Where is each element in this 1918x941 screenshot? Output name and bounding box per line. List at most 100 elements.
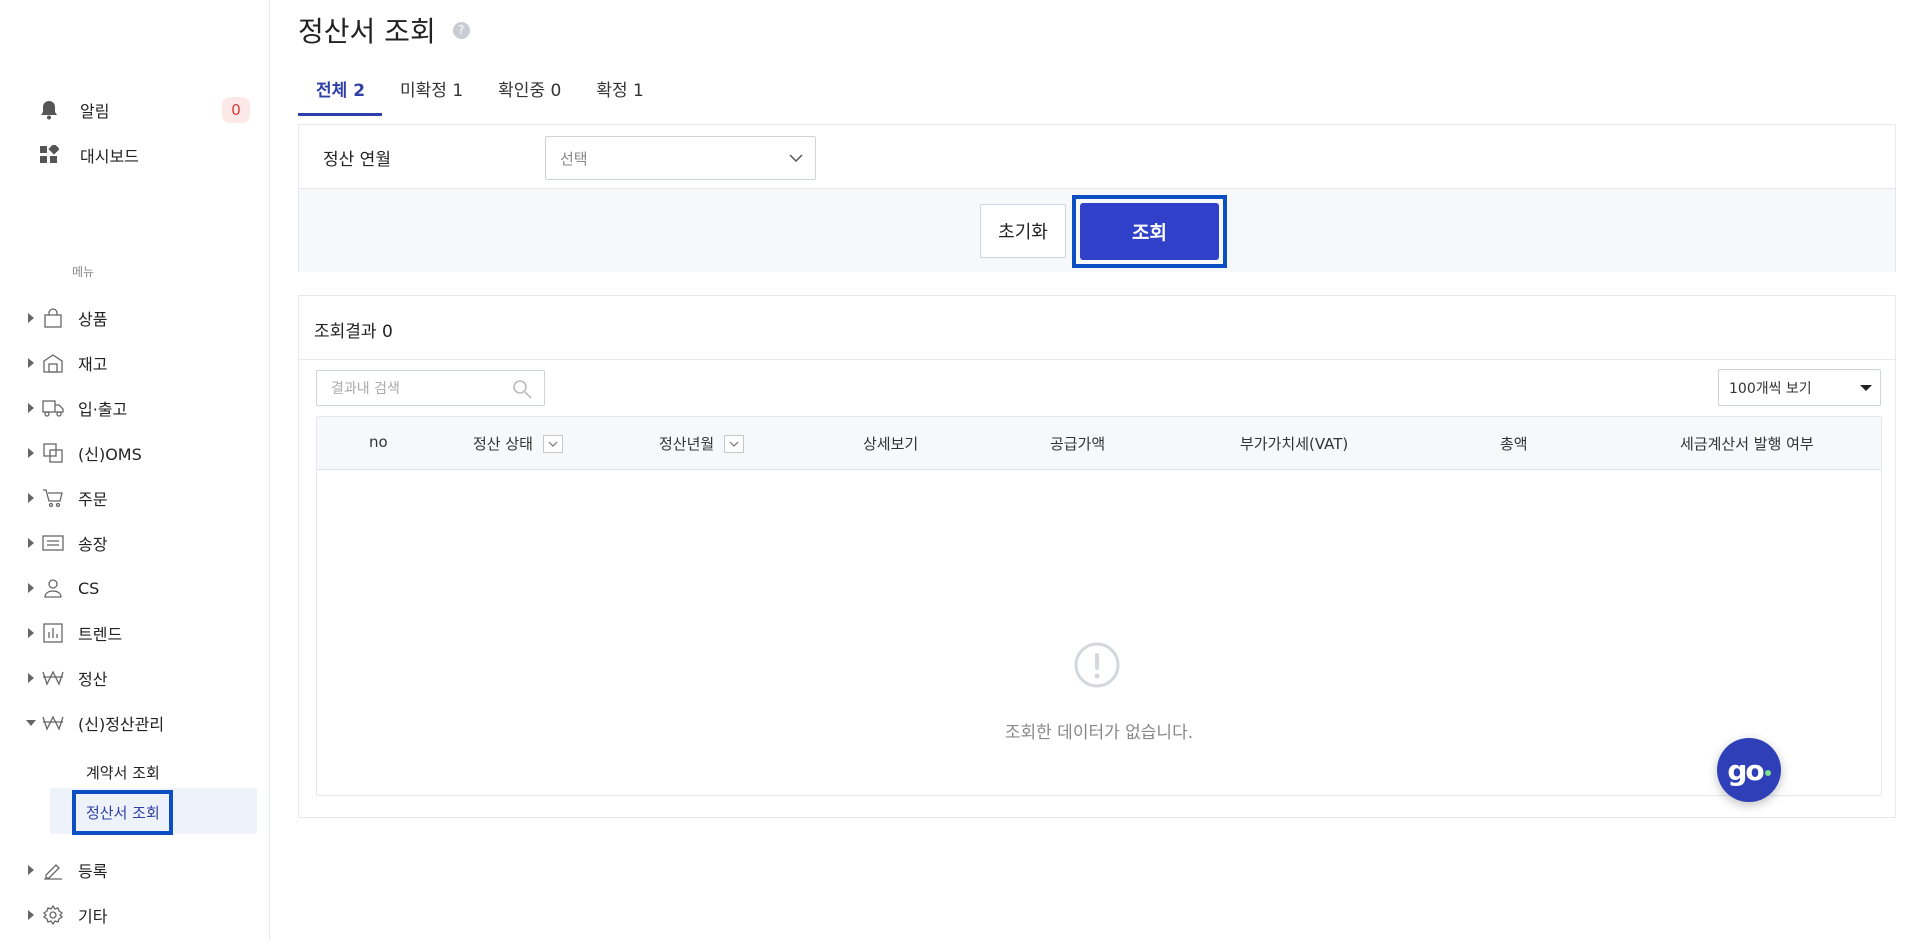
sidebar-item-inventory[interactable]: 재고	[26, 350, 256, 376]
page-title-text: 정산서 조회	[298, 15, 436, 48]
menu-caption: 메뉴	[72, 265, 95, 279]
results-title: 조회결과 0	[314, 322, 393, 342]
dashboard-icon	[38, 144, 60, 166]
sidebar-subitem-contract[interactable]: 계약서 조회	[86, 762, 160, 783]
sidebar-subitem-statement[interactable]: 정산서 조회	[86, 802, 160, 823]
column-header-no: no	[369, 433, 388, 451]
chat-fab-button[interactable]: go	[1717, 738, 1781, 802]
fab-dot	[1764, 770, 1771, 776]
chart-icon	[42, 622, 64, 644]
column-header-label: 상세보기	[863, 435, 919, 453]
search-button[interactable]: 조회	[1080, 203, 1219, 260]
caret-right-icon	[26, 628, 36, 638]
invoice-icon	[42, 532, 64, 554]
column-header-supply-amount: 공급가액	[1050, 433, 1105, 454]
bag-icon	[42, 307, 64, 329]
sidebar-item-label: (신)정산관리	[78, 715, 165, 734]
caret-right-icon	[26, 403, 36, 413]
help-icon[interactable]: ?	[452, 21, 470, 39]
tab-confirmed[interactable]: 확정 1	[578, 80, 661, 115]
oms-icon	[42, 442, 64, 464]
tab-all[interactable]: 전체 2	[298, 80, 383, 116]
sidebar-item-label: 송장	[78, 535, 108, 554]
results-header: 조회결과 0	[299, 296, 1895, 360]
sidebar-item-label: 정산	[78, 670, 108, 689]
caret-right-icon	[26, 448, 36, 458]
pencil-icon	[42, 859, 64, 881]
table-header: no 정산 상태 정산년월 상세보기 공급가액 부가가치세(VAT) 총액 세금…	[317, 417, 1881, 470]
filter-actions: 초기화 조회	[299, 189, 1895, 272]
sidebar-item-label: 주문	[78, 490, 108, 509]
column-header-tax-invoice: 세금계산서 발행 여부	[1680, 433, 1814, 454]
column-header-period: 정산년월	[659, 433, 745, 454]
sidebar-item-etc[interactable]: 기타	[26, 902, 256, 928]
chevron-down-icon	[789, 149, 803, 171]
warehouse-icon	[42, 352, 64, 374]
caret-right-icon	[26, 583, 36, 593]
won-icon	[42, 712, 64, 734]
sidebar-item-orders[interactable]: 주문	[26, 485, 256, 511]
column-header-label: 정산 상태	[473, 435, 533, 453]
reset-button[interactable]: 초기화	[980, 204, 1066, 258]
sidebar: 알림 0 대시보드 메뉴 상품 재고 입·출고 (신)OMS 주문 송장 CS …	[0, 0, 270, 941]
won-icon	[42, 667, 64, 689]
period-select[interactable]: 선택	[545, 136, 816, 180]
status-tabs: 전체 2 미확정 1 확인중 0 확정 1	[298, 80, 661, 116]
sidebar-item-label: 상품	[78, 310, 108, 329]
sidebar-item-label: 재고	[78, 355, 108, 374]
dashboard-label: 대시보드	[80, 147, 139, 166]
dashboard-item[interactable]: 대시보드	[38, 142, 250, 168]
column-header-label: no	[369, 433, 388, 451]
period-select-value: 선택	[560, 149, 588, 168]
sidebar-item-new-settlement[interactable]: (신)정산관리	[26, 710, 256, 736]
column-header-label: 부가가치세(VAT)	[1240, 435, 1349, 453]
sidebar-item-trend[interactable]: 트렌드	[26, 620, 256, 646]
caret-down-icon	[26, 718, 36, 728]
sidebar-item-cs[interactable]: CS	[26, 575, 256, 601]
sort-toggle-icon[interactable]	[542, 434, 563, 453]
caret-right-icon	[26, 673, 36, 683]
column-header-label: 총액	[1500, 435, 1528, 453]
caret-right-icon	[26, 865, 36, 875]
page-title: 정산서 조회 ?	[298, 10, 470, 50]
results-search-input[interactable]: 결과내 검색	[316, 370, 545, 406]
sidebar-item-label: CS	[78, 578, 100, 598]
filter-row-period: 정산 연월 선택	[299, 125, 1895, 189]
tab-checking[interactable]: 확인중 0	[480, 80, 578, 115]
sidebar-item-label: (신)OMS	[78, 445, 142, 464]
sort-toggle-icon[interactable]	[724, 434, 745, 453]
sidebar-item-inbound-outbound[interactable]: 입·출고	[26, 395, 256, 421]
search-button-highlight: 조회	[1072, 195, 1227, 268]
sidebar-item-label: 입·출고	[78, 400, 128, 419]
column-header-label: 세금계산서 발행 여부	[1680, 435, 1814, 453]
column-header-label: 공급가액	[1050, 435, 1106, 453]
gear-icon	[42, 904, 64, 926]
fab-label: go	[1727, 753, 1764, 787]
bell-icon	[38, 99, 60, 121]
search-icon[interactable]	[512, 379, 532, 403]
sidebar-item-invoice[interactable]: 송장	[26, 530, 256, 556]
per-page-select[interactable]: 100개씩 보기	[1718, 369, 1881, 406]
sidebar-item-label: 기타	[78, 907, 108, 926]
alerts-count-badge: 0	[222, 97, 250, 123]
sidebar-item-products[interactable]: 상품	[26, 305, 256, 331]
sidebar-item-settlement[interactable]: 정산	[26, 665, 256, 691]
sidebar-item-label: 트렌드	[78, 625, 123, 644]
column-header-label: 정산년월	[659, 435, 715, 453]
per-page-value: 100개씩 보기	[1729, 380, 1812, 397]
results-table: no 정산 상태 정산년월 상세보기 공급가액 부가가치세(VAT) 총액 세금…	[316, 416, 1882, 796]
caret-right-icon	[26, 313, 36, 323]
sidebar-item-oms[interactable]: (신)OMS	[26, 440, 256, 466]
caret-right-icon	[26, 538, 36, 548]
column-header-vat: 부가가치세(VAT)	[1240, 433, 1348, 454]
empty-message: 조회한 데이터가 없습니다.	[1004, 723, 1194, 743]
alerts-label: 알림	[80, 102, 110, 121]
tab-unconfirmed[interactable]: 미확정 1	[382, 80, 480, 115]
sidebar-item-register[interactable]: 등록	[26, 857, 256, 883]
dropdown-arrow-icon	[1860, 385, 1872, 391]
truck-icon	[42, 397, 64, 419]
filter-panel: 정산 연월 선택 초기화 조회	[298, 124, 1896, 272]
cart-icon	[42, 487, 64, 509]
results-search-placeholder: 결과내 검색	[331, 381, 400, 397]
alerts-item[interactable]: 알림 0	[38, 97, 250, 123]
